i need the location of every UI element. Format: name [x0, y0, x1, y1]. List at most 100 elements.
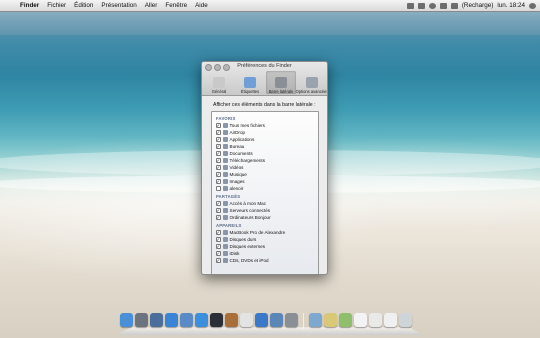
menu-fenetre[interactable]: Fenêtre [161, 2, 191, 9]
system-preferences-icon[interactable] [285, 313, 298, 327]
checkbox[interactable]: ✓ [216, 244, 221, 249]
list-item[interactable]: ✓ Images [216, 178, 318, 185]
item-icon [222, 137, 228, 142]
item-icon [222, 172, 228, 177]
trash-icon[interactable] [399, 313, 412, 327]
menu-presentation[interactable]: Présentation [97, 2, 140, 9]
item-icon [222, 208, 228, 213]
checkbox[interactable]: ✓ [216, 151, 221, 156]
checkbox[interactable]: ✓ [216, 144, 221, 149]
window-title: Préférences du Finder [237, 63, 292, 69]
list-item[interactable]: ✓ Disques externes [216, 243, 318, 250]
checkbox[interactable]: ✓ [216, 237, 221, 242]
list-item[interactable]: ✓ iDisk [216, 250, 318, 257]
finder-preferences-window: Préférences du Finder Général Étiquettes B… [201, 61, 328, 275]
wifi-icon[interactable] [428, 2, 436, 9]
checkbox[interactable]: ✓ [216, 137, 221, 142]
menu-aide[interactable]: Aide [191, 2, 212, 9]
item-label: Applications [229, 137, 255, 142]
checkbox[interactable]: ✓ [216, 123, 221, 128]
toolbar-tab-0[interactable]: Général [204, 71, 234, 94]
list-item[interactable]: ✓ Musique [216, 171, 318, 178]
menu-extras: (Recharge) lun. 18:24 [406, 2, 540, 9]
list-item[interactable]: ✓ Téléchargements [216, 157, 318, 164]
list-item[interactable]: ✓ Applications [216, 136, 318, 143]
address-book-icon[interactable] [225, 313, 238, 327]
time-machine-icon[interactable] [406, 2, 414, 9]
applications-folder-icon[interactable] [309, 313, 322, 327]
list-item[interactable]: ✓ Tous mes fichiers [216, 122, 318, 129]
toolbar-tab-label: Général [211, 89, 227, 94]
app-store-icon[interactable] [165, 313, 178, 327]
checkbox[interactable]: ✓ [216, 201, 221, 206]
preview-icon[interactable] [270, 313, 283, 327]
menu-edition[interactable]: Édition [70, 2, 97, 9]
list-item[interactable]: ✓ Accès à mon Mac [216, 200, 318, 207]
volume-icon[interactable] [439, 2, 447, 9]
checkbox[interactable]: ✓ [216, 251, 221, 256]
checkbox[interactable] [216, 186, 221, 191]
mail-icon[interactable] [180, 313, 193, 327]
dashboard-icon[interactable] [210, 313, 223, 327]
item-icon [222, 258, 228, 263]
checkbox[interactable]: ✓ [216, 208, 221, 213]
toolbar-tab-3[interactable]: Options avancées [296, 71, 327, 94]
battery-status: (Recharge) [461, 2, 494, 9]
document-icon[interactable] [354, 313, 367, 327]
dock-separator [303, 313, 304, 329]
launchpad-icon[interactable] [135, 313, 148, 327]
item-label: Ordinateurs Bonjour [229, 215, 271, 220]
itunes-icon[interactable] [255, 313, 268, 327]
documents-folder-icon[interactable] [324, 313, 337, 327]
dock-icons [120, 313, 412, 329]
item-icon [222, 237, 228, 242]
checkbox[interactable]: ✓ [216, 215, 221, 220]
checkbox[interactable]: ✓ [216, 230, 221, 235]
item-label: AirDrop [229, 130, 246, 135]
toolbar-tab-1[interactable]: Étiquettes [235, 71, 265, 94]
spotlight-icon[interactable] [529, 2, 536, 9]
checkbox[interactable]: ✓ [216, 130, 221, 135]
checkbox[interactable]: ✓ [216, 165, 221, 170]
menu-clock[interactable]: lun. 18:24 [497, 2, 525, 9]
list-item[interactable]: alenoir [216, 185, 318, 192]
menu-app-name[interactable]: Finder [16, 2, 43, 9]
item-icon [222, 123, 228, 128]
toolbar-tab-2[interactable]: Barre latérale [266, 71, 296, 94]
list-item[interactable]: ✓ Disques durs [216, 236, 318, 243]
safari-icon[interactable] [195, 313, 208, 327]
gear-icon [306, 77, 318, 88]
list-item[interactable]: ✓ CDs, DVDs et iPod [216, 257, 318, 264]
list-item[interactable]: ✓ Serveurs connectés [216, 207, 318, 214]
downloads-folder-icon[interactable] [339, 313, 352, 327]
toolbar-tab-label: Barre latérale [268, 89, 294, 94]
menu-aller[interactable]: Aller [141, 2, 162, 9]
menu-bar: Finder Fichier Édition Présentation Alle… [0, 0, 540, 12]
checkbox[interactable]: ✓ [216, 158, 221, 163]
list-item[interactable]: ✓ Vidéos [216, 164, 318, 171]
section-header: APPAREILS [216, 223, 242, 228]
item-label: Musique [229, 172, 247, 177]
item-label: Serveurs connectés [229, 208, 271, 213]
list-item[interactable]: ✓ MacBook Pro de Alexandre [216, 229, 318, 236]
list-item[interactable]: ✓ Bureau [216, 143, 318, 150]
list-item[interactable]: ✓ AirDrop [216, 129, 318, 136]
checkbox[interactable]: ✓ [216, 172, 221, 177]
checkbox[interactable]: ✓ [216, 179, 221, 184]
item-icon [222, 151, 228, 156]
item-label: CDs, DVDs et iPod [229, 258, 269, 263]
bluetooth-icon[interactable] [417, 2, 425, 9]
calendar-icon[interactable] [240, 313, 253, 327]
mission-control-icon[interactable] [150, 313, 163, 327]
list-item[interactable]: ✓ Documents [216, 150, 318, 157]
battery-icon[interactable] [450, 2, 458, 9]
spreadsheet-icon[interactable] [369, 313, 382, 327]
item-label: alenoir [229, 186, 244, 191]
finder-icon[interactable] [120, 313, 133, 327]
notes-icon[interactable] [384, 313, 397, 327]
list-item[interactable]: ✓ Ordinateurs Bonjour [216, 214, 318, 221]
menu-fichier[interactable]: Fichier [43, 2, 70, 9]
window-titlebar[interactable]: Préférences du Finder Général Étiquettes B… [202, 62, 327, 96]
checkbox[interactable]: ✓ [216, 258, 221, 263]
dock [117, 313, 423, 335]
